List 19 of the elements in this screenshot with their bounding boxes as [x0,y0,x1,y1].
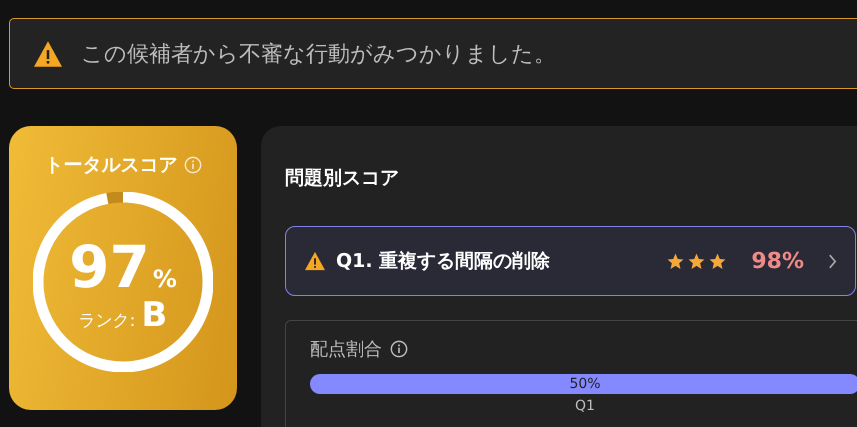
allocation-bar-segment: 50% [310,374,857,394]
score-unit: % [152,267,177,291]
alert-message: この候補者から不審な行動がみつかりました。 [81,40,556,68]
card-title: トータルスコア [44,153,178,178]
info-icon[interactable] [390,340,408,358]
rank-value: B [141,298,168,332]
segment-label: Q1 [574,398,596,414]
panel-title: 問題別スコア [285,166,400,191]
star-icon [666,252,686,270]
warning-icon [32,40,64,68]
question-row[interactable]: Q1. 重複する間隔の削除 98% [285,226,856,296]
chevron-right-icon[interactable] [828,254,837,268]
rank-label: ランク: [78,313,136,330]
question-title: Q1. 重複する間隔の削除 [336,249,552,274]
star-icon [708,252,728,270]
allocation-title: 配点割合 [310,338,382,361]
star-icon [687,252,706,270]
score-value: 97 [69,238,150,296]
question-score: 98% [751,248,804,274]
